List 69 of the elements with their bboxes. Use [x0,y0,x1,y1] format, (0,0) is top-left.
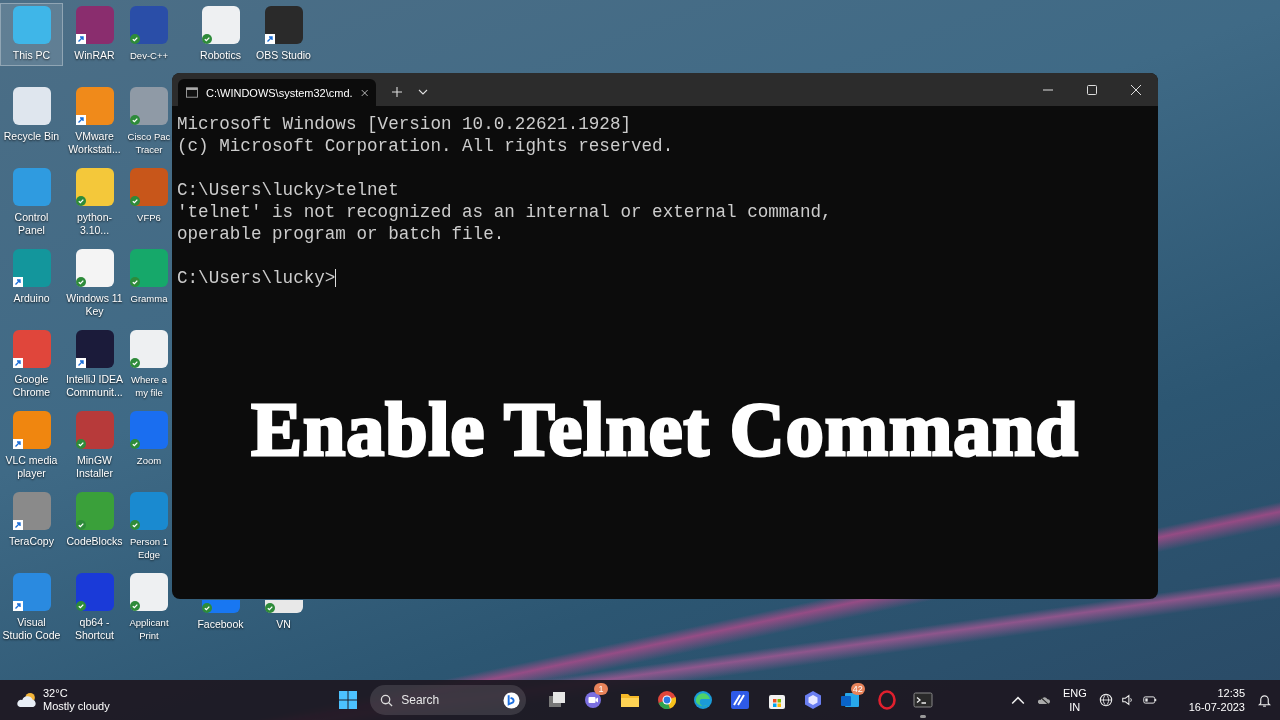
search-icon [380,693,394,707]
desktop-shortcut[interactable]: IntelliJ IDEA Communit... [63,327,126,403]
desktop-shortcut[interactable]: Recycle Bin [0,84,63,147]
add-icon[interactable] [392,87,402,97]
terminal-tab[interactable]: C:\WINDOWS\system32\cmd. [178,79,376,106]
maximize-icon[interactable] [1087,84,1097,95]
desktop-shortcut[interactable]: Robotics [189,3,252,66]
console-line: Microsoft Windows [Version 10.0.22621.1928] [177,113,631,135]
battery-icon [1142,693,1157,707]
console-line: 'telnet' is not recognized as an internal or external command, [177,201,832,223]
desktop-shortcut[interactable]: Windows 11 Key [63,246,126,322]
temperature-text: 32°C [43,687,69,700]
ring-icon [876,690,897,710]
desktop-shortcut[interactable]: Applicant Print [126,570,172,646]
close-icon[interactable] [1131,84,1141,95]
desktop-shortcut[interactable]: WinRAR [63,3,126,66]
console-line: operable program or batch file. [177,223,505,245]
desktop-shortcut[interactable]: python-3.10... [63,165,126,241]
desktop-shortcut[interactable]: Arduino [0,246,63,309]
desktop-shortcut[interactable]: Person 1 Edge [126,489,172,565]
close-icon[interactable] [360,88,368,97]
desktop-shortcut[interactable]: Google Chrome [0,327,63,403]
desktop-shortcut[interactable]: qb64 - Shortcut [63,570,126,646]
editor-icon [730,690,750,710]
desktop-shortcut[interactable]: VN [252,597,315,635]
browser-icon [656,690,677,710]
desktop-shortcut[interactable]: Cisco Pac Tracer [126,84,172,160]
desktop-shortcut[interactable]: TeraCopy [0,489,63,552]
start-icon[interactable] [338,690,359,710]
console-line: (c) Microsoft Corporation. All rights reserved. [177,135,674,157]
terminal-icon [913,690,934,710]
mail-icon [840,690,861,710]
speaker-icon [1120,693,1135,707]
notification-badge: 42 [850,683,865,695]
weather-condition-text: Mostly cloudy [43,700,110,713]
console-line: C:\Users\lucky>telnet [177,179,399,201]
desktop-shortcut[interactable]: Zoom [126,408,172,471]
notification-bell-icon[interactable] [1257,692,1272,708]
console-icon [186,87,198,98]
desktop-shortcut[interactable]: Control Panel [0,165,63,241]
desktop-shortcut[interactable]: VLC media player [0,408,63,484]
clock[interactable]: 12:35 16-07-2023 [1188,686,1245,714]
desktop-shortcut[interactable]: Where a my file [126,327,172,403]
notification-badge: 1 [593,683,608,695]
weather-widget[interactable]: 32°C Mostly cloudy [16,687,110,713]
desktop-shortcut[interactable]: Dev-C++ [126,3,172,66]
text-cursor [335,269,337,287]
desktop-shortcut[interactable]: VMware Workstati... [63,84,126,160]
chevron-down-icon[interactable] [418,89,428,95]
desktop-shortcut[interactable]: MinGW Installer [63,408,126,484]
browser-icon [693,690,714,710]
cloud-sun-icon [16,691,38,709]
windows-stack-icon [546,690,567,710]
quick-settings[interactable] [1098,693,1157,707]
language-indicator[interactable]: ENG IN [1062,686,1087,714]
overlay-title: Enable Telnet Command [251,386,1079,473]
desktop-shortcut[interactable]: Visual Studio Code [0,570,63,646]
console-line: C:\Users\lucky> [177,267,336,289]
desktop-shortcut[interactable]: Facebook [189,597,252,635]
desktop-shortcut[interactable]: This PC [0,3,63,66]
desktop-shortcut[interactable]: OBS Studio [252,3,315,66]
chat-icon [583,690,604,710]
desktop-shortcut[interactable]: VFP6 [126,165,172,228]
desktop-shortcut[interactable]: Gramma [126,246,172,309]
globe-icon [1098,693,1113,707]
desktop-shortcut[interactable]: CodeBlocks [63,489,126,552]
hexagon-icon [803,690,824,710]
bing-icon [503,691,521,709]
search-button[interactable]: Search [370,685,527,715]
